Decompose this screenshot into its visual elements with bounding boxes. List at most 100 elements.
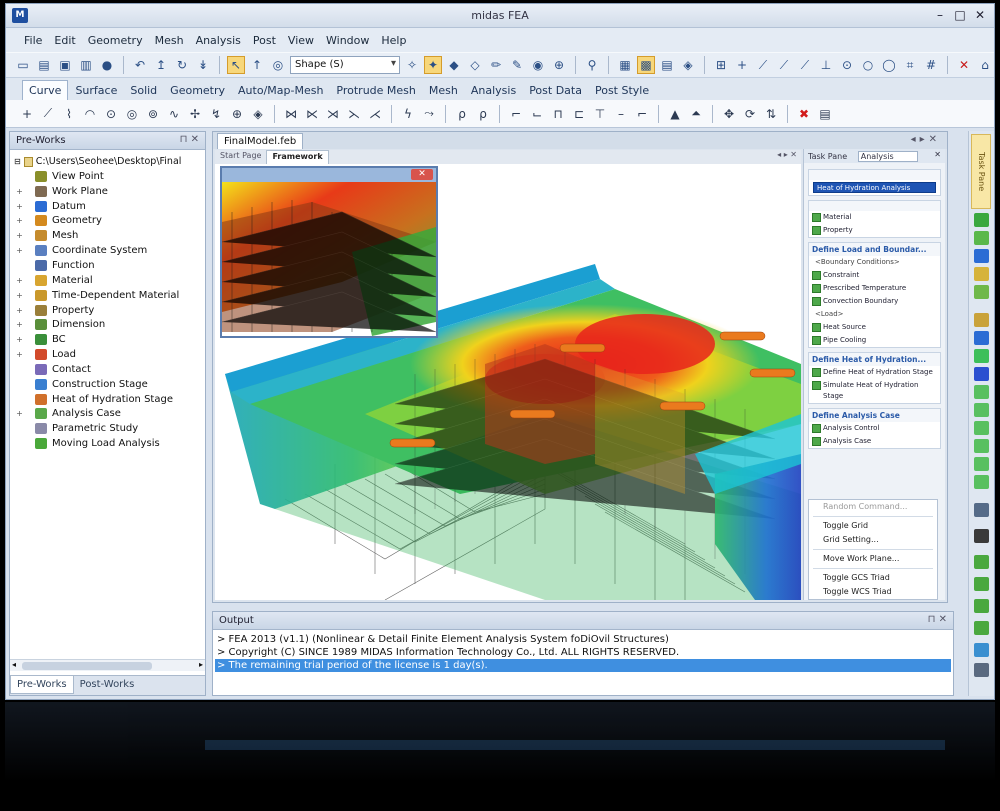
tree-item[interactable]: + Coordinate System <box>14 243 205 258</box>
snap-all-icon[interactable]: ⌗ <box>901 56 919 74</box>
cube-front-icon[interactable] <box>974 385 989 399</box>
task-define-hydration-stage[interactable]: Define Heat of Hydration Stage <box>809 366 940 379</box>
tab-geometry[interactable]: Geometry <box>164 81 231 100</box>
menu-post[interactable]: Post <box>247 34 282 47</box>
expand-icon[interactable]: + <box>14 202 25 211</box>
task-analysis-control[interactable]: Analysis Control <box>809 422 940 435</box>
snap-perp-icon[interactable]: ⊥ <box>817 56 835 74</box>
tree-item[interactable]: + Dimension <box>14 317 205 332</box>
cube-back-icon[interactable] <box>974 403 989 417</box>
expand-icon[interactable]: + <box>14 291 25 300</box>
bracket-icon[interactable]: ⌐ <box>633 105 651 123</box>
ctx-toggle-gcs-triad[interactable]: Toggle GCS Triad <box>809 571 937 585</box>
task-convection-boundary[interactable]: Convection Boundary <box>809 295 940 308</box>
task-group-title[interactable]: Define Heat of Hydration... <box>809 353 940 366</box>
snap-mid-icon[interactable]: ⟋ <box>775 56 793 74</box>
pyramid-icon[interactable]: ⏶ <box>687 105 705 123</box>
cube-blue-icon[interactable] <box>974 367 989 381</box>
tab-framework[interactable]: Framework <box>266 150 329 164</box>
split-icon[interactable]: ⋉ <box>303 105 321 123</box>
cube-icon[interactable]: ◈ <box>679 56 697 74</box>
wrap-icon[interactable]: ⤳ <box>420 105 438 123</box>
menu-geometry[interactable]: Geometry <box>82 34 149 47</box>
inset-close-icon[interactable]: ✕ <box>411 169 433 180</box>
properties-icon[interactable]: ▤ <box>816 105 834 123</box>
snap-quad-icon[interactable]: ◯ <box>880 56 898 74</box>
zoom-icon[interactable]: ⊕ <box>550 56 568 74</box>
tee-icon[interactable]: ⊤ <box>591 105 609 123</box>
top-view-icon[interactable] <box>974 267 989 281</box>
link-icon[interactable]: ⚲ <box>583 56 601 74</box>
snap-circle-icon[interactable]: ○ <box>859 56 877 74</box>
ctx-toggle-grid[interactable]: Toggle Grid <box>809 519 937 533</box>
tree-item[interactable]: Moving Load Analysis <box>14 436 205 451</box>
channel-icon[interactable]: ⊏ <box>570 105 588 123</box>
profile-icon[interactable]: ⊓ <box>549 105 567 123</box>
tab-analysis[interactable]: Analysis <box>465 81 522 100</box>
point-icon[interactable]: + <box>18 105 36 123</box>
inset-view[interactable]: ✕ <box>220 166 438 338</box>
cube-top-icon[interactable] <box>974 457 989 471</box>
chamfer-icon[interactable]: ⌙ <box>528 105 546 123</box>
zoom-fit-icon[interactable] <box>974 503 989 517</box>
scroll-left-icon[interactable]: ◂ <box>12 660 16 669</box>
pan-icon[interactable]: ↻ <box>173 56 191 74</box>
pin-close-icon[interactable]: ⊓ ✕ <box>180 134 199 145</box>
maximize-button[interactable]: □ <box>950 7 970 23</box>
tree-item[interactable]: + BC <box>14 332 205 347</box>
expand-icon[interactable]: + <box>14 350 25 359</box>
scroll-right-icon[interactable]: ▸ <box>199 660 203 669</box>
ctx-grid-setting[interactable]: Grid Setting... <box>809 533 937 547</box>
cube-green-icon[interactable] <box>974 349 989 363</box>
task-prescribed-temperature[interactable]: Prescribed Temperature <box>809 282 940 295</box>
ellipse-icon[interactable]: ⊚ <box>144 105 162 123</box>
tree-item[interactable]: + Load <box>14 347 205 362</box>
expand-icon[interactable]: + <box>14 320 25 329</box>
tree-item[interactable]: + Time-Dependent Material <box>14 288 205 303</box>
task-pane-close-icon[interactable]: ✕ <box>934 150 941 159</box>
circle-icon[interactable]: ⊙ <box>102 105 120 123</box>
menu-help[interactable]: Help <box>375 34 412 47</box>
mirror-icon[interactable]: ⇅ <box>762 105 780 123</box>
snap-grid-icon[interactable]: ⊞ <box>712 56 730 74</box>
task-group-title[interactable]: Define Analysis Case <box>809 409 940 422</box>
expand-icon[interactable]: + <box>14 187 25 196</box>
grid-icon[interactable]: ▩ <box>637 56 655 74</box>
select-icon[interactable]: ↖ <box>227 56 245 74</box>
scroll-thumb[interactable] <box>22 662 152 670</box>
minimize-button[interactable]: – <box>930 7 950 23</box>
rotate-view-icon[interactable] <box>974 555 989 569</box>
tab-post-data[interactable]: Post Data <box>523 81 588 100</box>
view-controls-icon[interactable]: ◂ ▸ ✕ <box>777 150 801 164</box>
dash-icon[interactable]: – <box>612 105 630 123</box>
pin-close-icon[interactable]: ⊓ ✕ <box>928 614 947 625</box>
shape-select[interactable]: Shape (S) <box>290 56 400 74</box>
expand-icon[interactable]: + <box>14 306 25 315</box>
expand-icon[interactable]: + <box>14 276 25 285</box>
menu-file[interactable]: File <box>18 34 48 47</box>
collapse-icon[interactable]: ⊟ <box>14 157 21 166</box>
tab-protrude-mesh[interactable]: Protrude Mesh <box>330 81 421 100</box>
open-file-icon[interactable]: ▤ <box>35 56 53 74</box>
iso-view-icon[interactable] <box>974 285 989 299</box>
new-file-icon[interactable]: ▭ <box>14 56 32 74</box>
menu-analysis[interactable]: Analysis <box>190 34 247 47</box>
expand-icon[interactable]: + <box>14 409 25 418</box>
trim-icon[interactable]: ⋊ <box>324 105 342 123</box>
menu-view[interactable]: View <box>282 34 320 47</box>
cube-right-icon[interactable] <box>974 439 989 453</box>
tab-pre-works[interactable]: Pre-Works <box>10 676 74 694</box>
extend-icon[interactable]: ⋋ <box>345 105 363 123</box>
save-icon[interactable]: ▣ <box>56 56 74 74</box>
snap-center-icon[interactable]: ⊙ <box>838 56 856 74</box>
ctx-move-work-plane[interactable]: Move Work Plane... <box>809 552 937 566</box>
print-icon[interactable]: ▥ <box>77 56 95 74</box>
circle-2-icon[interactable]: ◎ <box>123 105 141 123</box>
task-mode-select[interactable]: Analysis <box>857 151 918 162</box>
scale-icon[interactable] <box>974 643 989 657</box>
cube-bottom-icon[interactable] <box>974 475 989 489</box>
view-icon[interactable]: ◉ <box>529 56 547 74</box>
mesh-display-icon[interactable]: ▦ <box>616 56 634 74</box>
orbit-icon[interactable] <box>974 577 989 591</box>
3d-viewport[interactable]: ✕ <box>215 164 801 600</box>
